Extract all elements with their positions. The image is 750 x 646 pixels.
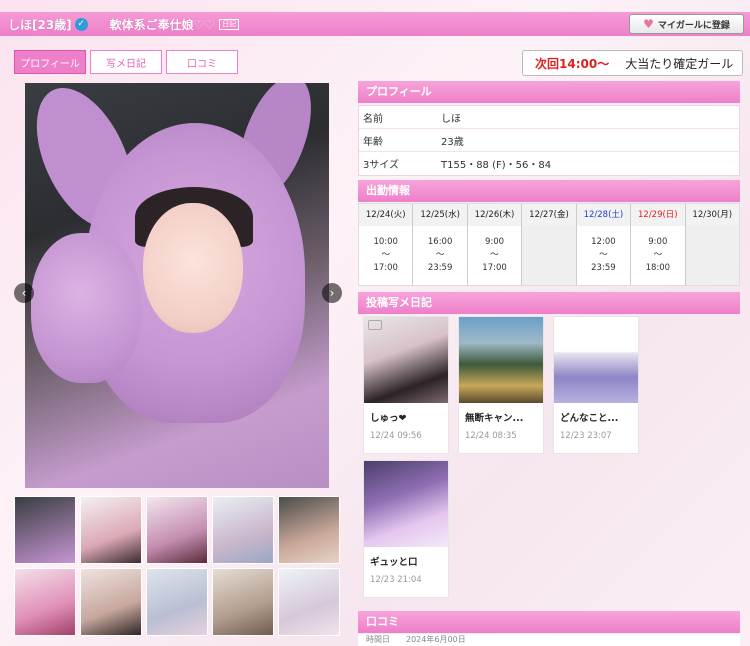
profile-value: 23歳: [441, 136, 464, 148]
schedule-cell: 12:00 〜 23:59: [577, 226, 632, 285]
schedule-cell: 9:00 〜 18:00: [631, 226, 686, 285]
table-row: 年齢 23歳: [359, 129, 739, 152]
schedule-cell: 9:00 〜 17:00: [468, 226, 523, 285]
start-time: 10:00: [373, 237, 398, 247]
profile-value: T155・88 (F)・56・84: [441, 160, 552, 171]
schedule-time-row: 10:00 〜 17:00 16:00 〜 23:59 9:00 〜 17:00…: [359, 226, 739, 285]
diary-thumbnail: [459, 317, 543, 403]
diary-card[interactable]: しゅっ❤ 12/24 09:56: [363, 316, 449, 454]
profile-header-bar: しほ[23歳] ✓ 軟体系ご奉仕娘♡♡ 日記 ♥ マイガールに登録: [0, 12, 750, 36]
profile-heading: プロフィール: [358, 81, 740, 103]
diary-date: 12/23 21:04: [370, 575, 422, 585]
chevron-left-icon[interactable]: ‹: [14, 283, 34, 303]
start-time: 9:00: [648, 237, 668, 247]
end-time: 18:00: [645, 263, 671, 273]
next-attendance-label: 大当たり確定ガール: [625, 56, 734, 71]
profile-tabs: プロフィール 写メ日記 口コミ: [14, 50, 242, 74]
reviews-heading: 口コミ: [358, 611, 740, 633]
time-separator: 〜: [653, 250, 663, 260]
schedule-date: 12/26(木): [468, 204, 523, 226]
schedule-date: 12/28(土): [577, 204, 632, 226]
diary-thumbnail: [554, 317, 638, 403]
thumbnail[interactable]: [14, 496, 76, 564]
time-separator: 〜: [490, 250, 499, 260]
diary-title: 無断キャン...: [465, 413, 524, 424]
schedule-date: 12/24(火): [359, 204, 414, 226]
diary-heading: 投稿写メ日記: [358, 292, 740, 314]
time-separator: 〜: [381, 250, 390, 260]
end-time: 23:59: [427, 263, 453, 273]
start-time: 9:00: [485, 237, 505, 247]
diary-date: 12/23 23:07: [560, 431, 612, 441]
schedule-table: 12/24(火) 12/25(水) 12/26(木) 12/27(金) 12/2…: [358, 203, 740, 286]
add-mygirl-label: マイガールに登録: [657, 20, 730, 31]
main-profile-photo[interactable]: [25, 83, 329, 488]
thumbnail[interactable]: [212, 568, 274, 636]
thumbnail[interactable]: [80, 568, 142, 636]
thumbnail[interactable]: [146, 568, 208, 636]
schedule-header-row: 12/24(火) 12/25(水) 12/26(木) 12/27(金) 12/2…: [359, 204, 739, 226]
thumbnail[interactable]: [212, 496, 274, 564]
schedule-cell-off: [685, 226, 739, 285]
profile-key: 3サイズ: [363, 160, 400, 171]
catch-copy: 軟体系ご奉仕娘♡♡: [109, 17, 216, 32]
profile-table: 名前 しほ 年齢 23歳 3サイズ T155・88 (F)・56・84: [358, 105, 740, 176]
diary-thumbnail: [364, 461, 448, 547]
schedule-date: 12/25(水): [413, 204, 468, 226]
thumbnail[interactable]: [14, 568, 76, 636]
diary-date: 12/24 09:56: [370, 431, 422, 441]
camera-icon: [368, 320, 382, 330]
table-row: 名前 しほ: [359, 106, 739, 129]
tab-reviews[interactable]: 口コミ: [166, 50, 238, 74]
schedule-cell: 10:00 〜 17:00: [359, 226, 414, 285]
diary-title: どんなこと...: [560, 413, 619, 424]
schedule-date: 12/29(日): [631, 204, 686, 226]
diary-card[interactable]: 無断キャン... 12/24 08:35: [458, 316, 544, 454]
diary-title: しゅっ❤: [370, 413, 407, 424]
diary-badge: 日記: [219, 18, 240, 30]
diary-title: ギュッと口: [370, 557, 418, 568]
tab-profile[interactable]: プロフィール: [14, 50, 86, 74]
table-row: 3サイズ T155・88 (F)・56・84: [359, 152, 739, 175]
thumbnail[interactable]: [278, 496, 340, 564]
end-time: 23:59: [591, 263, 616, 273]
heart-icon: ♥: [643, 17, 654, 31]
end-time: 17:00: [373, 263, 398, 273]
profile-key: 年齢: [363, 136, 383, 148]
time-separator: 〜: [599, 250, 608, 260]
profile-key: 名前: [363, 113, 383, 125]
diary-date: 12/24 08:35: [465, 431, 517, 441]
end-time: 17:00: [482, 263, 507, 273]
thumbnail[interactable]: [278, 568, 340, 636]
schedule-heading: 出勤情報: [358, 180, 740, 202]
time-separator: 〜: [435, 250, 445, 260]
diary-card[interactable]: どんなこと... 12/23 23:07: [553, 316, 639, 454]
check-badge-icon: ✓: [74, 17, 88, 31]
photo-shape: [31, 233, 141, 383]
schedule-date: 12/27(金): [522, 204, 577, 226]
schedule-cell-off: [522, 226, 577, 285]
schedule-date: 12/30(月): [692, 210, 733, 220]
profile-value: しほ: [441, 113, 461, 125]
review-snippet: 時間日 2024年6月00日: [358, 634, 740, 646]
start-time: 16:00: [427, 237, 453, 247]
chevron-right-icon[interactable]: ›: [322, 283, 342, 303]
diary-list: しゅっ❤ 12/24 09:56 無断キャン... 12/24 08:35 どん…: [358, 314, 740, 604]
girl-name-age: しほ[23歳]: [8, 17, 72, 32]
next-attendance-time: 次回14:00〜: [535, 56, 610, 71]
add-mygirl-button[interactable]: ♥ マイガールに登録: [629, 14, 744, 34]
thumbnail[interactable]: [80, 496, 142, 564]
thumbnail[interactable]: [146, 496, 208, 564]
diary-card[interactable]: ギュッと口 12/23 21:04: [363, 460, 449, 598]
photo-shape: [143, 203, 243, 333]
tab-photo-diary[interactable]: 写メ日記: [90, 50, 162, 74]
schedule-cell: 16:00 〜 23:59: [413, 226, 468, 285]
start-time: 12:00: [591, 237, 616, 247]
next-attendance-box: 次回14:00〜 大当たり確定ガール: [522, 50, 743, 76]
